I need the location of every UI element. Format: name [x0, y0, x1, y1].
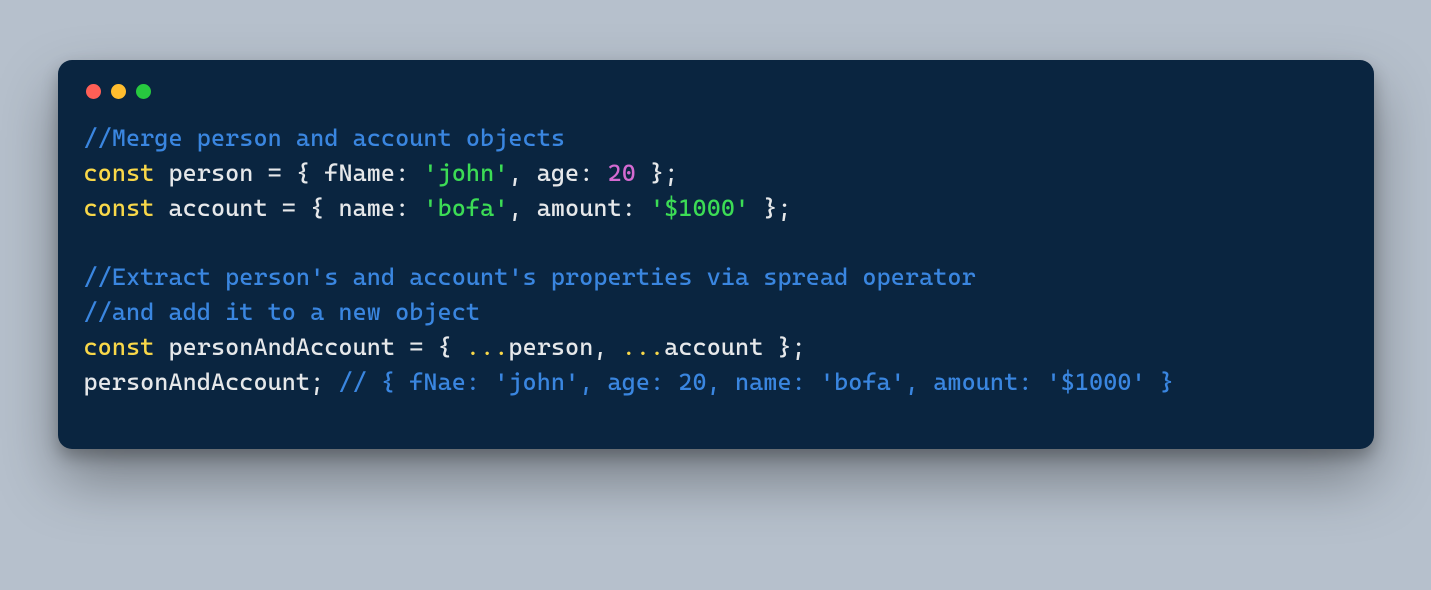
code-token: };	[763, 333, 806, 361]
code-token: :	[395, 194, 423, 222]
minimize-icon[interactable]	[111, 84, 126, 99]
code-token: const	[84, 194, 155, 222]
code-token: account	[664, 333, 763, 361]
code-token	[154, 333, 168, 361]
code-token: fName	[324, 159, 395, 187]
code-token: ;	[310, 368, 338, 396]
code-token: = {	[395, 333, 466, 361]
code-token: };	[636, 159, 679, 187]
code-token: amount	[537, 194, 622, 222]
code-token: age	[537, 159, 580, 187]
code-token: name	[338, 194, 395, 222]
code-token: person	[508, 333, 593, 361]
code-token: person	[168, 159, 253, 187]
code-token: = {	[268, 194, 339, 222]
code-token: ,	[508, 159, 536, 187]
code-token: ,	[508, 194, 536, 222]
code-token: const	[84, 333, 155, 361]
code-token: 'bofa'	[423, 194, 508, 222]
code-token: // { fNae: 'john', age: 20, name: 'bofa'…	[338, 368, 1174, 396]
code-token: :	[579, 159, 607, 187]
code-token: //and add it to a new object	[84, 298, 481, 326]
code-token: //Merge person and account objects	[84, 124, 566, 152]
code-token: = {	[253, 159, 324, 187]
code-block: //Merge person and account objects const…	[84, 121, 1348, 399]
code-token: :	[622, 194, 650, 222]
code-token: '$1000'	[650, 194, 749, 222]
zoom-icon[interactable]	[136, 84, 151, 99]
code-token	[154, 159, 168, 187]
code-token: //Extract person's and account's propert…	[84, 263, 976, 291]
code-token: personAndAccount	[84, 368, 311, 396]
window-controls	[84, 80, 1348, 121]
code-token: personAndAccount	[168, 333, 395, 361]
code-token: 'john'	[423, 159, 508, 187]
code-token	[154, 194, 168, 222]
code-token: ,	[593, 333, 621, 361]
code-token: ...	[622, 333, 665, 361]
code-token: 20	[608, 159, 636, 187]
code-token: :	[395, 159, 423, 187]
code-token: account	[168, 194, 267, 222]
code-token: const	[84, 159, 155, 187]
code-window: //Merge person and account objects const…	[58, 60, 1374, 449]
code-token: };	[749, 194, 792, 222]
code-token: ...	[466, 333, 509, 361]
close-icon[interactable]	[86, 84, 101, 99]
